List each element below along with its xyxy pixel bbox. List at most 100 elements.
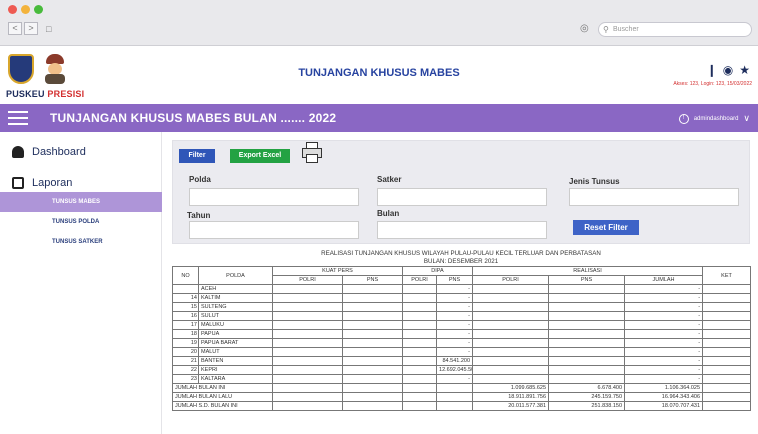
sidebar-item-tunsus-mabes[interactable]: TUNSUS MABES [0, 192, 162, 212]
globe-icon[interactable]: ◎ [580, 23, 589, 34]
dashboard-icon [12, 146, 24, 158]
cell-jumlah: - [624, 356, 704, 366]
top-bar-title: TUNJANGAN KHUSUS MABES BULAN ....... 202… [50, 111, 337, 125]
cell-jumlah: - [624, 329, 704, 339]
report-subtitle: BULAN: DESEMBER 2021 [423, 258, 499, 265]
header-kuat-pns: PNS [341, 275, 404, 285]
cell-polda: KEPRI [198, 365, 273, 375]
cell-polda: MALUKU [198, 320, 273, 330]
header-dipa-polri: POLRI [402, 275, 438, 285]
cell-dipa-pns: - [436, 338, 474, 348]
browser-chrome: < > □ ◎ ⚲ Buscher [0, 0, 758, 46]
table-row: 16 SULUT - - [172, 311, 752, 321]
chat-icon[interactable]: ❙ [707, 63, 717, 77]
user-menu[interactable]: ! admindashboard ∨ [678, 113, 750, 124]
summary-pns: 245.159.750 [548, 392, 626, 402]
sidebar-item-laporan[interactable]: Laporan [12, 177, 72, 189]
cell-jumlah: - [624, 293, 704, 303]
sidebar-item-dashboard[interactable]: Dashboard [12, 146, 86, 158]
summary-pns: 251.838.150 [548, 401, 626, 411]
cell-jumlah: - [624, 365, 704, 375]
cell-dipa-pns: - [436, 311, 474, 321]
table-row: 22KEPRI 12.692.045.500 - [172, 365, 752, 375]
user-icon: ! [678, 113, 689, 124]
cell-polda: BANTEN [198, 356, 273, 366]
browser-search-bar[interactable]: ⚲ Buscher [598, 22, 752, 37]
table-row: 17 MALUKU - - [172, 320, 752, 330]
cell-no: 22 [172, 365, 199, 375]
summary-jumlah: 1.106.364.025 [624, 383, 704, 393]
top-bar: TUNJANGAN KHUSUS MABES BULAN ....... 202… [0, 104, 758, 132]
header-kuat-polri: POLRI [272, 275, 343, 285]
cell-dipa-pns: 12.692.045.500 [436, 365, 474, 375]
cell-dipa-pns: - [436, 293, 474, 303]
table-row: ACEH - - [172, 284, 752, 294]
maximize-window-button[interactable] [34, 5, 43, 14]
export-excel-button[interactable]: Export Excel [230, 149, 290, 163]
table-row: 21 BANTEN 84.541.200 - [172, 356, 752, 366]
summary-row: JUMLAH S.D. BULAN INI 20.011.577.381 251… [172, 401, 752, 411]
brand-presisi: PRESISI [47, 89, 85, 99]
cell-dipa-pns: - [436, 302, 474, 312]
cell-polda: ACEH [198, 284, 273, 294]
header-kuat-pers: KUAT PERS [271, 266, 404, 276]
filter-button[interactable]: Filter [179, 149, 215, 163]
summary-polri: 18.911.891.756 [472, 392, 550, 402]
report-table: NO POLDA KUAT PERS DIPA REALISASI KET PO… [172, 266, 752, 411]
sidebar-item-tunsus-satker[interactable]: TUNSUS SATKER [0, 232, 162, 252]
back-button[interactable]: < [8, 22, 22, 35]
header-ket: KET [702, 266, 752, 285]
brand-name: PUSKEU PRESISI [6, 89, 84, 99]
lock-icon: □ [46, 24, 52, 34]
summary-label: JUMLAH BULAN LALU [172, 392, 273, 402]
browser-search-placeholder: Buscher [613, 26, 639, 33]
close-window-button[interactable] [8, 5, 17, 14]
sidebar-item-tunsus-polda[interactable]: TUNSUS POLDA [0, 212, 162, 232]
bulan-label: Bulan [377, 209, 400, 218]
printer-icon[interactable] [301, 142, 323, 164]
settings-icon[interactable]: ★ [739, 63, 750, 77]
summary-jumlah: 16.964.343.406 [624, 392, 704, 402]
bulan-input[interactable] [377, 221, 547, 239]
cell-dipa-pns: - [436, 329, 474, 339]
cell-polda: KALTIM [198, 293, 273, 303]
table-row: 20 MALUT - - [172, 347, 752, 357]
cell-dipa-pns: - [436, 320, 474, 330]
summary-label: JUMLAH S.D. BULAN INI [172, 401, 273, 411]
tahun-input[interactable] [189, 221, 359, 239]
polda-label: Polda [189, 175, 211, 184]
sidebar-item-label: Laporan [32, 177, 73, 189]
cell-dipa-pns: - [436, 374, 474, 384]
cell-dipa-pns: 84.541.200 [436, 356, 474, 366]
table-row: 19 PAPUA BARAT - - [172, 338, 752, 348]
satker-label: Satker [377, 175, 402, 184]
hamburger-icon[interactable] [8, 111, 28, 125]
cell-no: 14 [172, 293, 199, 303]
access-info: Akses: 123, Login: 123, 15/03/2022 [673, 81, 752, 87]
user-name: admindashboard [693, 115, 739, 122]
report: REALISASI TUNJANGAN KHUSUS WILAYAH PULAU… [172, 249, 752, 411]
jenis-tunsus-input[interactable] [569, 188, 739, 206]
cell-jumlah: - [624, 311, 704, 321]
brand-puskeu: PUSKEU [6, 89, 45, 99]
chevron-down-icon: ∨ [743, 113, 750, 123]
polda-input[interactable] [189, 188, 359, 206]
cell-no: 21 [172, 356, 199, 366]
cell-dipa-pns: - [436, 347, 474, 357]
jenis-tunsus-label: Jenis Tunsus [569, 177, 620, 186]
cell-no: 16 [172, 311, 199, 321]
cell-polda: MALUT [198, 347, 273, 357]
bell-icon[interactable]: ◉ [723, 63, 733, 77]
cell-no: 19 [172, 338, 199, 348]
reset-filter-button[interactable]: Reset Filter [573, 220, 639, 235]
forward-button[interactable]: > [24, 22, 38, 35]
table-row: 15 SULTENG - - [172, 302, 752, 312]
window-controls [8, 5, 43, 14]
search-icon: ⚲ [603, 25, 609, 34]
cell-jumlah: - [624, 338, 704, 348]
cell-polda: SULUT [198, 311, 273, 321]
sidebar-item-label: Dashboard [32, 146, 86, 158]
minimize-window-button[interactable] [21, 5, 30, 14]
cell-jumlah: - [624, 347, 704, 357]
satker-input[interactable] [377, 188, 547, 206]
